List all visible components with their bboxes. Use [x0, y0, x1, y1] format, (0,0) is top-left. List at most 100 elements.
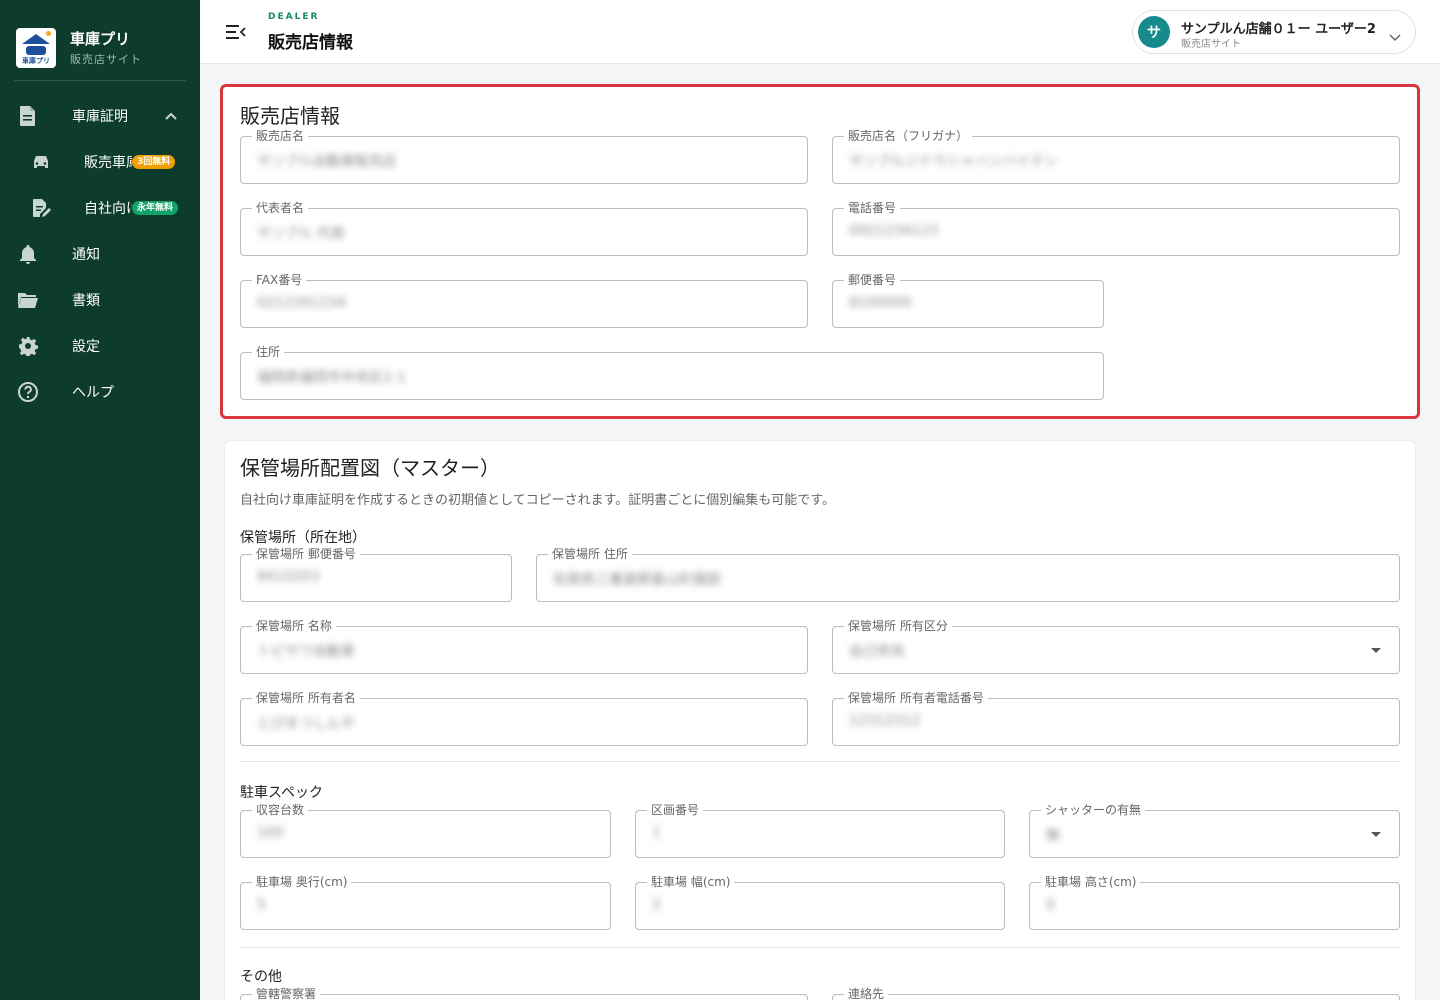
field-label: FAX番号 [252, 272, 307, 288]
dealer-info-card: 販売店情報 販売店名 サンプル自動車販売店 販売店名（フリガナ） サンプルジドウ… [220, 84, 1420, 419]
folder-icon [17, 289, 39, 311]
sidebar-item-notifications[interactable]: 通知 [0, 231, 200, 277]
field-label: 駐車場 幅(cm) [647, 874, 735, 890]
section-title: その他 [240, 969, 282, 985]
field-value: 5 [257, 897, 266, 913]
shutter-select[interactable]: シャッターの有無 無 [1029, 802, 1400, 858]
help-icon [17, 381, 39, 403]
field-value: 福岡県福岡市中央区1-1 [257, 370, 406, 386]
brand-logo: 車庫プリ [16, 28, 56, 68]
user-menu-button[interactable]: サ サンプルん店舗０１ー ユーザー2 販売店サイト [1132, 10, 1416, 54]
fax-field[interactable]: FAX番号 0212341234 [240, 272, 808, 328]
parking-depth-field[interactable]: 駐車場 奥行(cm) 5 [240, 874, 611, 930]
storage-postal-field[interactable]: 保管場所 郵便番号 8410203 [240, 546, 512, 602]
card-title: 販売店情報 [240, 104, 340, 128]
brand[interactable]: 車庫プリ 車庫プリ 販売店サイト [0, 0, 200, 80]
menu-collapse-icon[interactable] [224, 20, 248, 44]
field-value: 2 [652, 897, 661, 913]
section-divider [240, 761, 1400, 762]
page-title: 販売店情報 [268, 33, 353, 53]
field-value: 0 [1046, 897, 1055, 913]
sidebar-item-label: 販売車庫証明 [84, 155, 132, 171]
address-field[interactable]: 住所 福岡県福岡市中央区1-1 [240, 344, 1104, 400]
storage-owner-phone-field[interactable]: 保管場所 所有者電話番号 12312312 [832, 690, 1400, 746]
sidebar-item-label: 書類 [72, 293, 100, 309]
field-value: 8410203 [257, 569, 320, 585]
avatar: サ [1138, 16, 1170, 48]
parking-height-field[interactable]: 駐車場 高さ(cm) 0 [1029, 874, 1400, 930]
bell-icon [17, 243, 39, 265]
field-label: 駐車場 奥行(cm) [252, 874, 352, 890]
brand-name: 車庫プリ [70, 30, 131, 48]
sidebar-item-documents[interactable]: 書類 [0, 277, 200, 323]
field-label: 郵便番号 [844, 272, 901, 288]
field-label: 保管場所 名称 [252, 618, 336, 634]
field-value: 無 [1046, 828, 1060, 844]
chevron-up-icon[interactable] [164, 109, 178, 125]
field-label: 保管場所 所有者名 [252, 690, 360, 706]
sidebar: 車庫プリ 車庫プリ 販売店サイト 車庫証明 販売車庫証明 3回無料 [0, 0, 200, 1000]
field-label: 販売店名（フリガナ） [844, 128, 973, 144]
sidebar-item-garage-certificate[interactable]: 車庫証明 [0, 93, 200, 139]
field-label: 住所 [252, 344, 285, 360]
sidebar-item-settings[interactable]: 設定 [0, 323, 200, 369]
storage-owner-name-field[interactable]: 保管場所 所有者名 とぴまつしんや [240, 690, 808, 746]
storage-name-field[interactable]: 保管場所 名称 トピサワ自動車 [240, 618, 808, 674]
field-label: 代表者名 [252, 200, 309, 216]
field-value: サンプル 代表 [257, 226, 346, 242]
field-label: 収容台数 [252, 802, 309, 818]
field-label: 保管場所 所有区分 [844, 618, 952, 634]
gear-icon [17, 335, 39, 357]
user-role: 販売店サイト [1181, 39, 1241, 50]
sidebar-item-label: 設定 [72, 339, 100, 355]
dropdown-arrow-icon [1371, 648, 1381, 653]
field-label: 連絡先 [844, 986, 889, 1000]
section-title: 保管場所（所在地） [240, 530, 366, 546]
storage-address-field[interactable]: 保管場所 住所 佐賀県三養基郡基山町園部 [536, 546, 1400, 602]
car-icon [30, 151, 52, 173]
field-label: 電話番号 [844, 200, 901, 216]
capacity-field[interactable]: 収容台数 100 [240, 802, 611, 858]
field-label: 保管場所 郵便番号 [252, 546, 360, 562]
storage-ownership-select[interactable]: 保管場所 所有区分 自己所有 [832, 618, 1400, 674]
sidebar-nav: 車庫証明 販売車庫証明 3回無料 自社向け車庫証明 永年無料 通知 [0, 81, 200, 415]
field-value: サンプルジドウシャハンバイテン [849, 154, 1059, 170]
field-label: 販売店名 [252, 128, 309, 144]
document-icon [17, 105, 39, 127]
field-value: 8100000 [849, 295, 912, 311]
police-station-field[interactable]: 管轄警察署 [240, 986, 808, 1000]
brand-subtitle: 販売店サイト [70, 53, 142, 66]
field-label: 保管場所 所有者電話番号 [844, 690, 988, 706]
field-value: 100 [257, 825, 284, 841]
sidebar-item-sales-certificate[interactable]: 販売車庫証明 3回無料 [0, 139, 200, 185]
lot-number-field[interactable]: 区画番号 1 [635, 802, 1005, 858]
sidebar-item-label: ヘルプ [72, 385, 114, 401]
field-label: シャッターの有無 [1041, 802, 1146, 818]
field-value: 0212341234 [257, 295, 347, 311]
dealer-name-field[interactable]: 販売店名 サンプル自動車販売店 [240, 128, 808, 184]
sidebar-item-own-certificate[interactable]: 自社向け車庫証明 永年無料 [0, 185, 200, 231]
field-value: 佐賀県三養基郡基山町園部 [553, 572, 721, 588]
parking-width-field[interactable]: 駐車場 幅(cm) 2 [635, 874, 1005, 930]
phone-field[interactable]: 電話番号 0921234123 [832, 200, 1400, 256]
field-value: サンプル自動車販売店 [257, 154, 397, 170]
field-label: 管轄警察署 [252, 986, 321, 1000]
postal-code-field[interactable]: 郵便番号 8100000 [832, 272, 1104, 328]
section-title: 駐車スペック [240, 785, 324, 801]
storage-location-card: 保管場所配置図（マスター） 自社向け車庫証明を作成するときの初期値としてコピーさ… [224, 440, 1416, 1000]
sidebar-item-label: 車庫証明 [72, 109, 128, 125]
field-label: 駐車場 高さ(cm) [1041, 874, 1141, 890]
field-label: 区画番号 [647, 802, 704, 818]
sidebar-item-label: 自社向け車庫証明 [84, 201, 132, 217]
sidebar-item-help[interactable]: ヘルプ [0, 369, 200, 415]
dropdown-arrow-icon [1371, 832, 1381, 837]
status-badge: 永年無料 [132, 201, 179, 215]
contact-field[interactable]: 連絡先 [832, 986, 1400, 1000]
field-value: 12312312 [849, 713, 921, 729]
field-value: トピサワ自動車 [257, 644, 355, 660]
dealer-name-kana-field[interactable]: 販売店名（フリガナ） サンプルジドウシャハンバイテン [832, 128, 1400, 184]
field-value: 0921234123 [849, 223, 939, 239]
field-value: 自己所有 [849, 644, 905, 660]
representative-field[interactable]: 代表者名 サンプル 代表 [240, 200, 808, 256]
field-value: 1 [652, 825, 661, 841]
